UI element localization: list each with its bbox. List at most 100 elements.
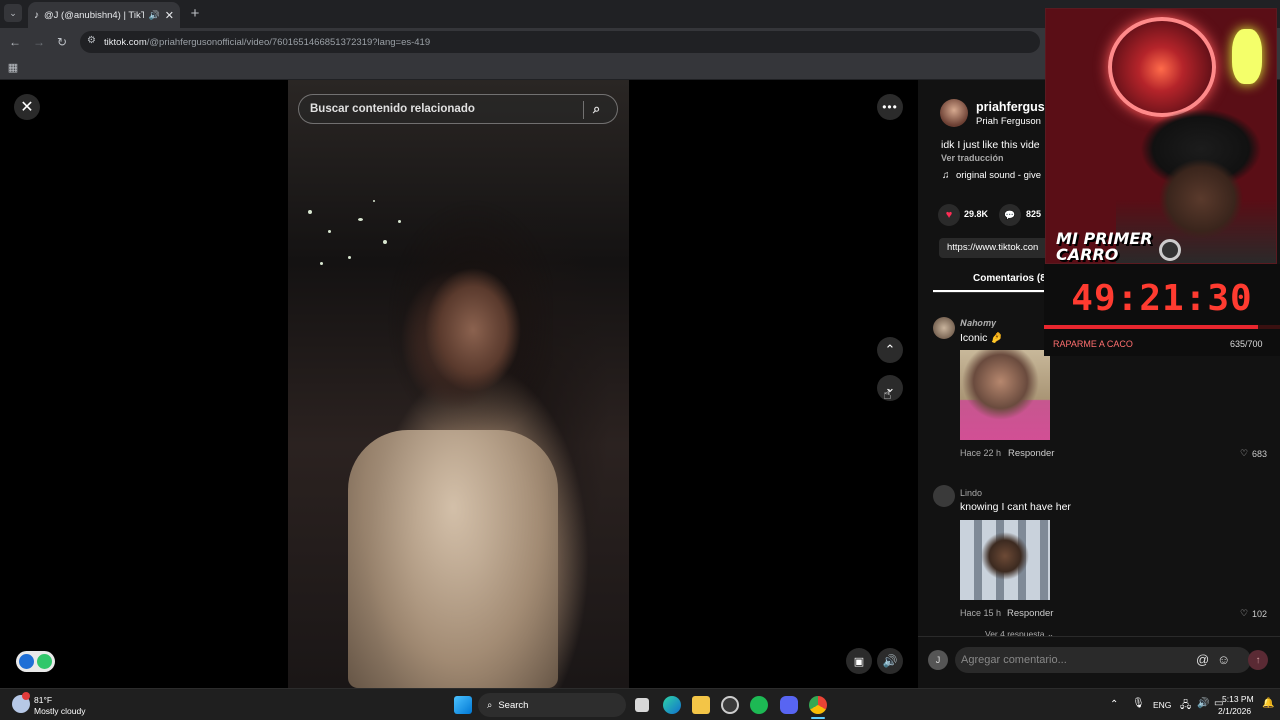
video-caption: idk I just like this vide: [941, 139, 1040, 151]
forward-icon[interactable]: →: [30, 33, 48, 51]
start-icon[interactable]: [454, 696, 472, 714]
comment-gif[interactable]: [960, 350, 1050, 440]
search-icon: ⌕: [487, 699, 493, 711]
comment-button[interactable]: 💬: [999, 204, 1021, 226]
reply-button[interactable]: Responder: [1007, 608, 1053, 619]
browser-tab[interactable]: ♪ @J (@anubishn4) | TikTok 🔊 ✕: [28, 2, 180, 28]
notifications-icon[interactable]: 🔔: [1262, 698, 1274, 709]
comment-count: 825: [1026, 209, 1042, 219]
comment-avatar[interactable]: [933, 485, 955, 507]
microphone-icon[interactable]: 🎙: [1132, 698, 1145, 709]
author-name: Priah Ferguson: [976, 116, 1041, 127]
search-icon[interactable]: ⌕: [593, 101, 600, 117]
obs-icon[interactable]: [721, 696, 739, 714]
comment-like-icon[interactable]: ♡: [1240, 608, 1248, 619]
author-handle[interactable]: priahfergus: [976, 100, 1045, 114]
volume-icon[interactable]: 🔊: [1197, 698, 1209, 709]
comment-text: Iconic 🤌: [960, 332, 1004, 344]
notification-badge: [22, 692, 30, 700]
apps-grid-icon[interactable]: ▦: [5, 59, 21, 75]
tab-comments[interactable]: Comentarios (8: [973, 273, 1046, 284]
chrome-icon[interactable]: [809, 696, 827, 714]
address-bar[interactable]: ⚙ tiktok.com/@priahfergusonofficial/vide…: [80, 31, 1040, 53]
reload-icon[interactable]: ↻: [53, 33, 71, 51]
music-note-icon: ♫: [942, 170, 950, 181]
send-comment-button[interactable]: ↑: [1248, 650, 1268, 670]
weather-desc[interactable]: Mostly cloudy: [34, 706, 86, 716]
divider: [918, 636, 1280, 637]
comment-text: knowing I cant have her: [960, 501, 1071, 513]
task-view-icon[interactable]: [635, 698, 649, 712]
url-host: tiktok.com: [104, 36, 147, 48]
goal-label: RAPARME A CACO: [1053, 339, 1133, 349]
user-avatar[interactable]: J: [928, 650, 948, 670]
comment-input[interactable]: Agregar comentario... @ ☺: [955, 647, 1251, 673]
overlay-banner-text: MI PRIMER CARRO: [1056, 229, 1153, 264]
tray-overflow-icon[interactable]: ⌃: [1110, 699, 1118, 710]
translate-link[interactable]: Ver traducción: [941, 153, 1004, 163]
comment-time: Hace 15 h: [960, 608, 1002, 618]
taskbar: 81°F Mostly cloudy ⌕ Search ⌃ 🎙 ENG 🖧 🔊 …: [0, 688, 1280, 720]
webcam-overlay: MI PRIMER CARRO: [1045, 8, 1277, 264]
wheel-icon: [1159, 239, 1181, 261]
language-indicator[interactable]: ENG: [1153, 700, 1171, 710]
goal-count: 635/700: [1230, 339, 1263, 349]
toggle-knob-icon: [19, 654, 34, 669]
subject-dress: [348, 430, 558, 688]
author-avatar[interactable]: [940, 99, 968, 127]
close-tab-icon[interactable]: ✕: [165, 9, 174, 22]
subject-figure: [383, 200, 553, 440]
pip-toggle[interactable]: [16, 651, 55, 672]
site-info-icon[interactable]: ⚙: [87, 35, 96, 46]
comment-avatar[interactable]: [933, 317, 955, 339]
spotify-icon[interactable]: [750, 696, 768, 714]
timer-digits: 49:21:30: [1071, 278, 1253, 319]
speaker-icon[interactable]: 🔊: [149, 10, 160, 21]
clock-date[interactable]: 2/1/2026: [1218, 706, 1251, 716]
toggle-power-icon: [37, 654, 52, 669]
comment-author[interactable]: Lindo: [960, 488, 982, 498]
video-player[interactable]: [288, 80, 629, 688]
cursor-icon: ☝: [883, 386, 892, 402]
file-explorer-icon[interactable]: [692, 696, 710, 714]
goal-progress-fill: [1044, 325, 1259, 329]
sound-name[interactable]: original sound - give: [956, 170, 1041, 181]
reply-button[interactable]: Responder: [1008, 448, 1054, 459]
related-search-input[interactable]: Buscar contenido relacionado ⌕: [298, 94, 618, 124]
comment-author[interactable]: 𝑵𝒂𝒉𝒐𝒎𝒚: [960, 318, 996, 329]
active-app-indicator: [811, 717, 825, 719]
comment-like-count: 102: [1252, 609, 1268, 619]
tab-search-button[interactable]: ⌄: [4, 4, 22, 22]
tiktok-favicon-icon: ♪: [34, 9, 39, 21]
tab-title: @J (@anubishn4) | TikTok: [44, 9, 144, 21]
url-path: /@priahfergusonofficial/video/7601651466…: [146, 36, 431, 48]
volume-button[interactable]: 🔊: [877, 648, 903, 674]
video-link[interactable]: https://www.tiktok.con: [939, 238, 1049, 258]
emoji-icon[interactable]: ☺: [1217, 652, 1230, 667]
comment-gif[interactable]: [960, 520, 1050, 600]
subathon-timer: 49:21:30 RAPARME A CACO 635/700: [1044, 264, 1280, 356]
taskbar-search-label: Search: [498, 699, 529, 711]
neon-hand-icon: [1232, 29, 1262, 84]
more-options-button[interactable]: •••: [877, 94, 903, 120]
clock-time[interactable]: 5:13 PM: [1222, 694, 1254, 704]
close-video-button[interactable]: ✕: [14, 94, 40, 120]
mention-icon[interactable]: @: [1196, 652, 1209, 667]
discord-icon[interactable]: [780, 696, 798, 714]
taskbar-search[interactable]: ⌕ Search: [478, 693, 626, 717]
comment-like-count: 683: [1252, 449, 1268, 459]
comment-input-placeholder: Agregar comentario...: [961, 654, 1067, 666]
back-icon[interactable]: ←: [6, 33, 24, 51]
floating-player-button[interactable]: ▣: [846, 648, 872, 674]
related-search-placeholder: Buscar contenido relacionado: [310, 103, 475, 115]
comment-time: Hace 22 h: [960, 448, 1002, 458]
neon-logo-icon: [1108, 17, 1216, 117]
network-icon[interactable]: 🖧: [1180, 698, 1191, 715]
previous-video-button[interactable]: ⌃: [877, 337, 903, 363]
edge-icon[interactable]: [663, 696, 681, 714]
weather-temp[interactable]: 81°F: [34, 695, 52, 705]
goal-progress-track: [1044, 325, 1280, 329]
new-tab-button[interactable]: +: [186, 4, 204, 22]
like-button[interactable]: ♥: [938, 204, 960, 226]
comment-like-icon[interactable]: ♡: [1240, 448, 1248, 459]
